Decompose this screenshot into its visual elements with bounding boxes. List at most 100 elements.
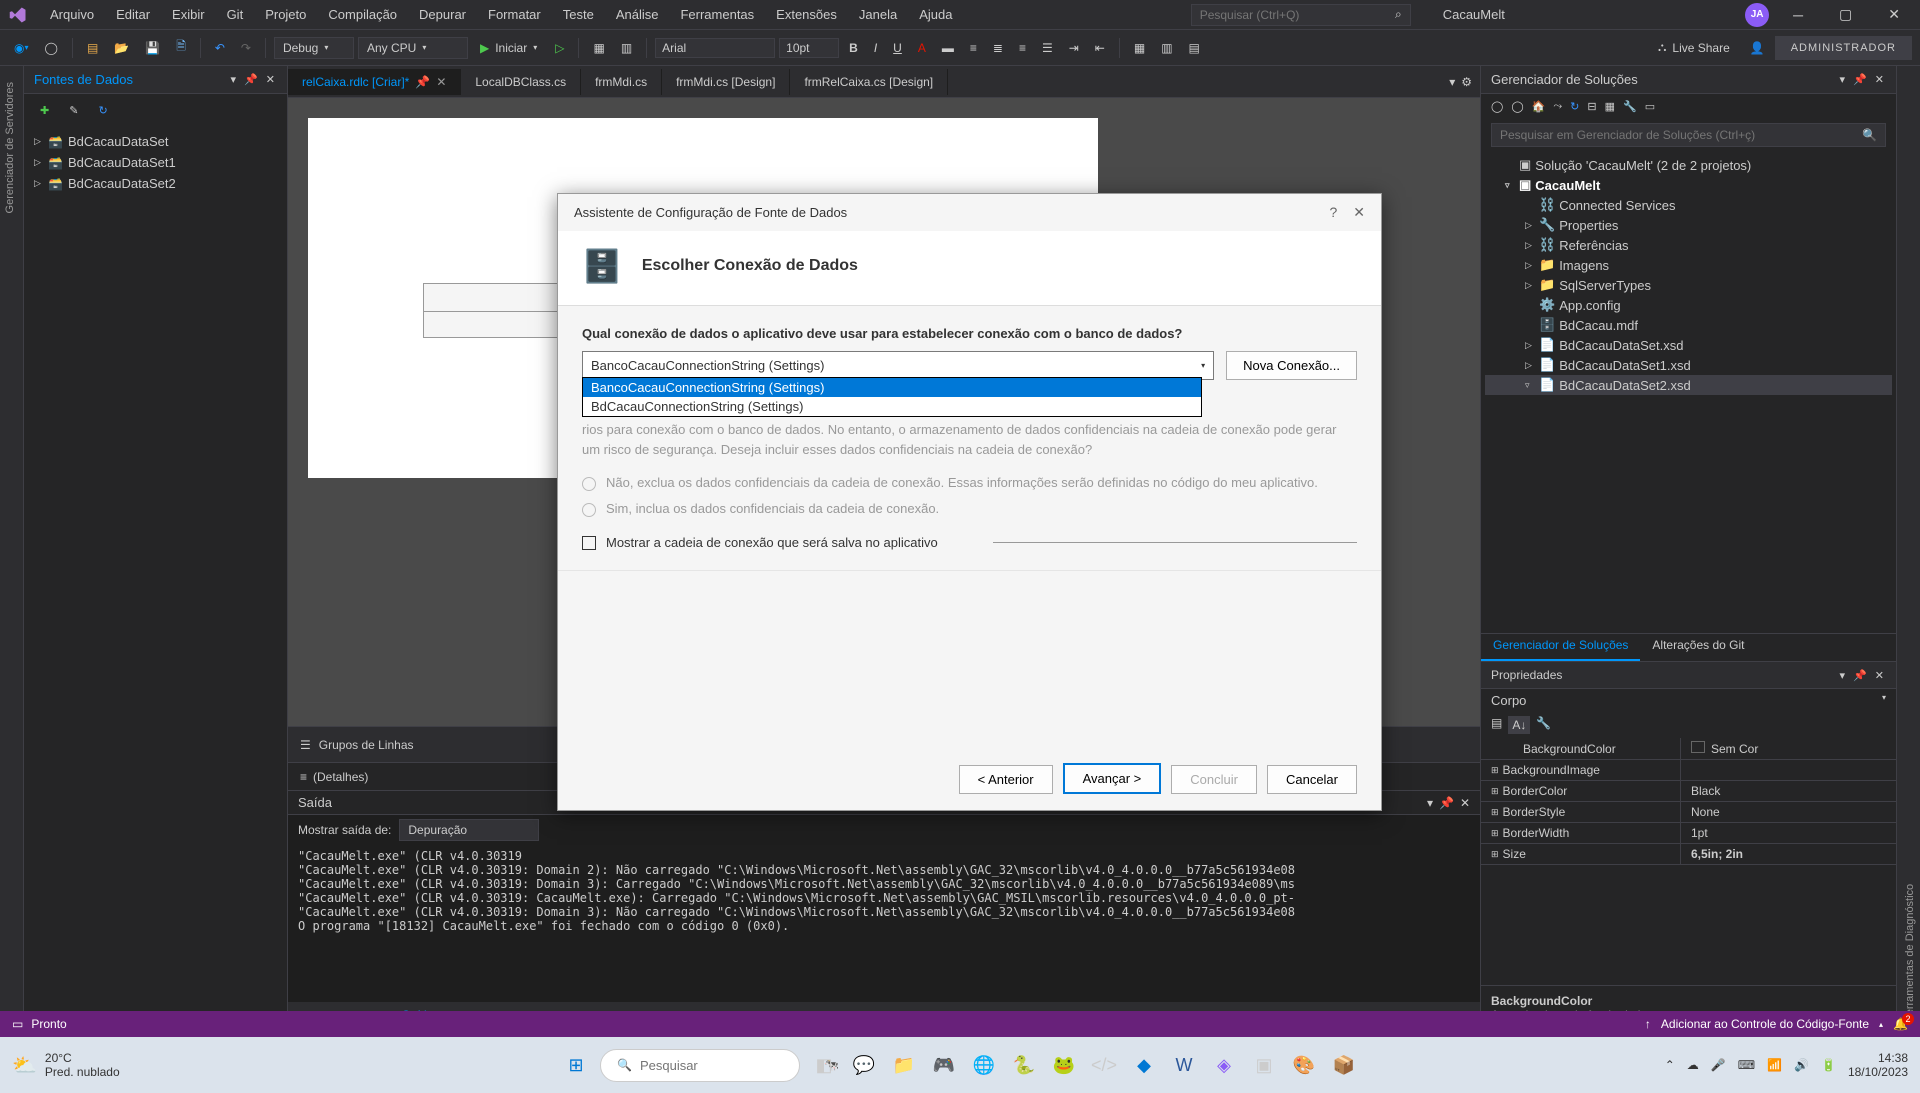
property-row[interactable]: ⊞BackgroundImage	[1481, 760, 1896, 781]
layout-icon-3[interactable]: ▤	[1183, 37, 1206, 59]
chat-icon[interactable]: 💬	[848, 1049, 880, 1081]
sol-fwd-icon[interactable]: ◯	[1511, 100, 1523, 113]
connection-dropdown[interactable]: BancoCacauConnectionString (Settings) ▾	[582, 351, 1214, 380]
menu-arquivo[interactable]: Arquivo	[40, 3, 104, 26]
notifications-icon[interactable]: 🔔	[1893, 1017, 1908, 1031]
source-control-up-icon[interactable]: ↑	[1645, 1017, 1651, 1031]
datasource-item[interactable]: ▷🗃️BdCacauDataSet	[28, 131, 283, 152]
output-filter-dropdown[interactable]: Depuração	[399, 819, 539, 841]
next-button[interactable]: Avançar >	[1063, 763, 1162, 794]
dialog-help-icon[interactable]: ?	[1329, 204, 1337, 221]
output-pin-icon[interactable]: 📌	[1439, 796, 1454, 810]
tray-chevron-icon[interactable]: ⌃	[1665, 1058, 1675, 1072]
source-control-button[interactable]: Adicionar ao Controle do Código-Fonte	[1661, 1017, 1869, 1031]
property-row[interactable]: BackgroundColorSem Cor	[1481, 738, 1896, 760]
wifi-icon[interactable]: 📶	[1767, 1058, 1782, 1072]
previous-button[interactable]: < Anterior	[959, 765, 1053, 794]
refresh-datasource-icon[interactable]: ↻	[92, 100, 113, 121]
weather-widget[interactable]: ⛅ 20°C Pred. nublado	[12, 1051, 120, 1080]
save-button[interactable]: 💾	[139, 37, 166, 59]
clock[interactable]: 14:38 18/10/2023	[1848, 1051, 1908, 1080]
font-size-select[interactable]: 10pt	[779, 38, 839, 58]
menu-janela[interactable]: Janela	[849, 3, 907, 26]
menu-ferramentas[interactable]: Ferramentas	[670, 3, 764, 26]
sol-collapse-icon[interactable]: ⊟	[1587, 100, 1596, 113]
new-item-button[interactable]: ▤	[81, 37, 104, 59]
app-icon-4[interactable]: 🎨	[1288, 1049, 1320, 1081]
sol-preview-icon[interactable]: ▭	[1645, 100, 1655, 113]
start-button[interactable]: ⊞	[560, 1049, 592, 1081]
vscode-icon[interactable]: ◆	[1128, 1049, 1160, 1081]
user-avatar[interactable]: JA	[1745, 3, 1769, 27]
forward-button[interactable]: ◯	[39, 37, 64, 59]
close-button[interactable]: ✕	[1876, 0, 1912, 30]
font-family-select[interactable]: Arial	[655, 38, 775, 58]
layout-icon-2[interactable]: ▥	[1155, 37, 1178, 59]
open-button[interactable]: 📂	[108, 37, 135, 59]
code-icon[interactable]: </>	[1088, 1049, 1120, 1081]
menu-editar[interactable]: Editar	[106, 3, 160, 26]
sol-home-icon[interactable]: 🏠	[1532, 100, 1546, 113]
menu-extensões[interactable]: Extensões	[766, 3, 847, 26]
solution-tree-item[interactable]: ▿📄BdCacauDataSet2.xsd	[1485, 375, 1892, 395]
solution-tree-item[interactable]: 🗄️BdCacau.mdf	[1485, 315, 1892, 335]
outdent-button[interactable]: ⇤	[1089, 37, 1111, 59]
panel-pin-icon[interactable]: 📌	[242, 73, 260, 86]
underline-button[interactable]: U	[887, 37, 908, 59]
solution-tree-item[interactable]: ⛓️Connected Services	[1485, 195, 1892, 215]
maximize-button[interactable]: ▢	[1827, 0, 1864, 30]
redo-button[interactable]: ↷	[235, 37, 257, 59]
font-color-button[interactable]: A	[912, 37, 932, 59]
menu-compilação[interactable]: Compilação	[318, 3, 407, 26]
back-button[interactable]: ◉ ▾	[8, 37, 35, 59]
solution-tree-item[interactable]: ▷🔧Properties	[1485, 215, 1892, 235]
menu-exibir[interactable]: Exibir	[162, 3, 215, 26]
editor-tab[interactable]: frmRelCaixa.cs [Design]	[790, 69, 948, 95]
battery-icon[interactable]: 🔋	[1821, 1058, 1836, 1072]
mic-icon[interactable]: 🎤	[1711, 1058, 1726, 1072]
solution-tree-item[interactable]: ▷📁SqlServerTypes	[1485, 275, 1892, 295]
menu-formatar[interactable]: Formatar	[478, 3, 551, 26]
solution-search-input[interactable]	[1500, 128, 1862, 142]
panel-close-icon[interactable]: ✕	[264, 73, 277, 86]
solution-search[interactable]: 🔍	[1491, 123, 1886, 147]
platform-dropdown[interactable]: Any CPU▾	[358, 37, 468, 59]
server-explorer-rail[interactable]: Gerenciador de Servidores	[0, 74, 23, 221]
menu-git[interactable]: Git	[217, 3, 254, 26]
solution-tree-item[interactable]: ▿▣CacauMelt	[1485, 175, 1892, 195]
dropdown-option[interactable]: BdCacauConnectionString (Settings)	[583, 397, 1201, 416]
bg-color-button[interactable]: ▬	[936, 37, 960, 59]
onedrive-icon[interactable]: ☁	[1687, 1058, 1699, 1072]
explorer-icon[interactable]: 📁	[888, 1049, 920, 1081]
diagnostics-rail[interactable]: Ferramentas de Diagnóstico	[1900, 74, 1920, 1030]
new-connection-button[interactable]: Nova Conexão...	[1226, 351, 1357, 380]
list-button[interactable]: ☰	[1036, 37, 1059, 59]
solution-panel-tab[interactable]: Gerenciador de Soluções	[1481, 634, 1640, 661]
global-search-input[interactable]	[1200, 8, 1391, 22]
terminal-icon[interactable]: ▣	[1248, 1049, 1280, 1081]
prop-categorized-icon[interactable]: ▤	[1491, 716, 1502, 734]
editor-tab[interactable]: frmMdi.cs [Design]	[662, 69, 790, 95]
show-connection-string-checkbox[interactable]	[582, 536, 596, 550]
editor-tab[interactable]: relCaixa.rdlc [Criar]*📌✕	[288, 69, 461, 95]
taskbar-search[interactable]: 🔍 🐄	[600, 1049, 800, 1082]
visual-studio-icon[interactable]: ◈	[1208, 1049, 1240, 1081]
prop-pages-icon[interactable]: 🔧	[1536, 716, 1551, 734]
undo-button[interactable]: ↶	[209, 37, 231, 59]
taskbar-search-input[interactable]	[640, 1058, 816, 1073]
menu-análise[interactable]: Análise	[606, 3, 669, 26]
global-search[interactable]: ⌕	[1191, 4, 1411, 26]
menu-teste[interactable]: Teste	[553, 3, 604, 26]
sol-dropdown-icon[interactable]: ▾	[1838, 73, 1848, 86]
language-indicator[interactable]: ⌨	[1738, 1058, 1755, 1072]
tab-pin-icon[interactable]: 📌	[415, 75, 430, 89]
solution-tree-item[interactable]: ⚙️App.config	[1485, 295, 1892, 315]
output-close-icon[interactable]: ✕	[1460, 796, 1470, 810]
sol-back-icon[interactable]: ◯	[1491, 100, 1503, 113]
app-icon-1[interactable]: 🎮	[928, 1049, 960, 1081]
dialog-close-icon[interactable]: ✕	[1353, 204, 1365, 221]
minimize-button[interactable]: ─	[1781, 0, 1815, 30]
save-all-button[interactable]: 🗎	[170, 33, 192, 62]
bold-button[interactable]: B	[843, 37, 864, 59]
start-no-debug-button[interactable]: ▷	[549, 37, 570, 59]
